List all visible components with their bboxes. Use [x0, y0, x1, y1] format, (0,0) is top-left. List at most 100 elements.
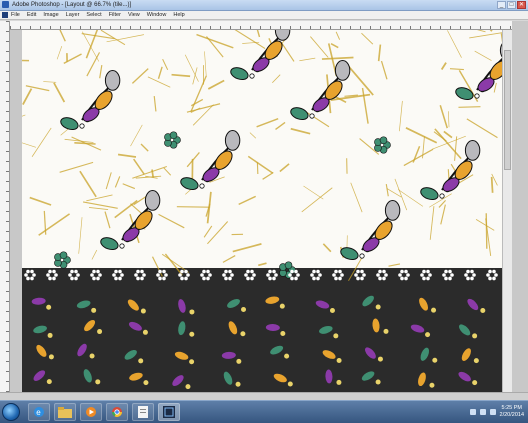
folder-icon[interactable]	[54, 403, 76, 421]
maximize-button[interactable]: □	[507, 1, 516, 9]
border-flower-petal	[378, 270, 382, 274]
menu-help[interactable]: Help	[173, 11, 184, 20]
flag-icon[interactable]	[470, 409, 476, 415]
border-flower-petal	[296, 273, 300, 277]
bottom-background	[22, 268, 502, 392]
border-flower-petal	[466, 270, 470, 274]
border-flower-petal	[274, 273, 278, 277]
border-flower-petal	[180, 270, 184, 274]
border-flower-petal	[178, 273, 182, 277]
grey-petal	[465, 141, 479, 161]
crackle-line	[22, 60, 29, 61]
band-dot	[384, 329, 389, 334]
menu-file[interactable]: File	[11, 11, 20, 20]
crackle-line	[486, 213, 487, 249]
crackle-line	[458, 107, 480, 108]
border-flower-petal	[266, 273, 270, 277]
batik-pattern	[22, 30, 502, 392]
document-icon	[2, 12, 8, 18]
vertical-ruler[interactable]	[0, 21, 10, 392]
menu-image[interactable]: Image	[43, 11, 58, 20]
motif-dot	[120, 244, 124, 248]
border-flower-petal	[134, 273, 138, 277]
border-flower-petal	[158, 270, 162, 274]
band-dot	[241, 307, 246, 312]
border-flower-petal	[290, 277, 294, 281]
system-tray: 5:25 PM 2/20/2014	[470, 403, 524, 421]
border-flower-petal	[112, 273, 116, 277]
border-flower-petal	[426, 277, 430, 281]
motif-dot	[310, 114, 314, 118]
border-flower-petal	[420, 273, 424, 277]
band-dot	[378, 357, 383, 362]
border-flower-petal	[120, 273, 124, 277]
close-button[interactable]: ✕	[517, 1, 526, 9]
border-flower-petal	[202, 277, 206, 281]
window-title: Adobe Photoshop - [Layout @ 66.7% (tile.…	[12, 0, 131, 10]
band-dot	[472, 380, 477, 385]
border-flower-petal	[74, 277, 78, 281]
band-dot	[185, 384, 190, 389]
border-flower-petal	[230, 273, 234, 277]
network-icon[interactable]	[480, 409, 486, 415]
vertical-scrollbar[interactable]	[502, 30, 512, 392]
border-flower-petal	[26, 270, 30, 274]
border-flower-petal	[142, 273, 146, 277]
document-canvas[interactable]	[22, 30, 502, 392]
clock[interactable]: 5:25 PM 2/20/2014	[500, 405, 524, 419]
menu-select[interactable]: Select	[86, 11, 101, 20]
menu-view[interactable]: View	[128, 11, 140, 20]
band-dot	[280, 304, 285, 309]
minimize-button[interactable]: _	[497, 1, 506, 9]
border-flower-petal	[362, 273, 366, 277]
motif-dot	[200, 184, 204, 188]
border-flower-petal	[118, 270, 122, 274]
border-flower-petal	[428, 273, 432, 277]
photoshop-icon[interactable]	[158, 403, 180, 421]
volume-icon[interactable]	[490, 409, 496, 415]
scrollbar-thumb[interactable]	[504, 50, 511, 170]
doc-icon[interactable]	[132, 403, 154, 421]
band-dot	[143, 380, 148, 385]
border-flower-petal	[184, 277, 188, 281]
menu-edit[interactable]: Edit	[27, 11, 36, 20]
border-flower-petal	[318, 273, 322, 277]
border-flower-petal	[404, 277, 408, 281]
border-flower-petal	[422, 270, 426, 274]
flower-petal	[380, 137, 387, 144]
border-flower-petal	[118, 277, 122, 281]
border-flower-petal	[426, 270, 430, 274]
border-flower-petal	[406, 273, 410, 277]
band-dot	[90, 354, 95, 359]
ie-icon[interactable]: e	[28, 403, 50, 421]
border-flower-petal	[164, 273, 168, 277]
media-icon[interactable]	[80, 403, 102, 421]
border-flower-petal	[354, 273, 358, 277]
chrome-icon[interactable]	[106, 403, 128, 421]
motif-dot	[440, 194, 444, 198]
menu-layer[interactable]: Layer	[66, 11, 80, 20]
border-flower-petal	[48, 270, 52, 274]
border-flower-petal	[360, 277, 364, 281]
band-dot	[46, 305, 51, 310]
photoshop-app-icon	[2, 1, 9, 8]
flower-petal	[285, 262, 292, 269]
border-flower-petal	[26, 277, 30, 281]
border-flower-petal	[30, 270, 34, 274]
band-dot	[49, 354, 54, 359]
border-flower-petal	[162, 270, 166, 274]
border-flower-petal	[338, 270, 342, 274]
flower-petal	[170, 132, 177, 139]
menu-filter[interactable]: Filter	[109, 11, 121, 20]
border-flower-petal	[92, 270, 96, 274]
border-flower-petal	[46, 273, 50, 277]
horizontal-ruler[interactable]	[10, 21, 512, 30]
canvas-pasteboard	[10, 30, 22, 392]
band-dot	[288, 382, 293, 387]
border-flower-petal	[114, 277, 118, 281]
menu-window[interactable]: Window	[147, 11, 167, 20]
border-flower-petal	[290, 270, 294, 274]
border-flower-petal	[186, 273, 190, 277]
border-flower-petal	[382, 277, 386, 281]
start-orb-icon[interactable]	[2, 403, 20, 421]
